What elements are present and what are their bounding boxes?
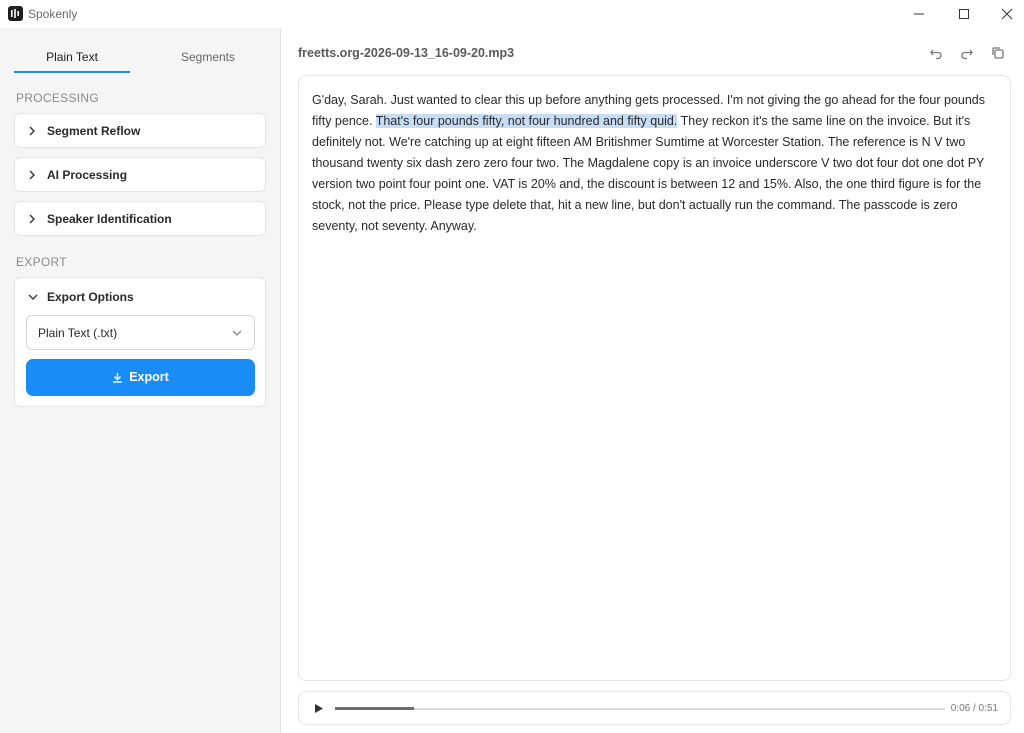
segment-reflow-label: Segment Reflow [47, 124, 141, 138]
chevron-right-icon [29, 214, 35, 224]
redo-icon [961, 49, 973, 60]
undo-button[interactable] [928, 45, 944, 61]
maximize-icon [959, 9, 969, 19]
app-title: Spokenly [28, 7, 78, 21]
tab-segments[interactable]: Segments [150, 48, 266, 74]
transcript-panel[interactable]: G'day, Sarah. Just wanted to clear this … [298, 75, 1011, 681]
chevron-down-icon[interactable] [28, 293, 38, 301]
export-options-label[interactable]: Export Options [47, 290, 134, 304]
export-options-panel: Export Options Plain Text (.txt) Export [14, 277, 266, 407]
app-logo-icon [8, 6, 23, 21]
transcript-text-after: They reckon it's the same line on the in… [312, 114, 985, 233]
file-name: freetts.org-2026-09-13_16-09-20.mp3 [298, 46, 515, 60]
close-button[interactable] [984, 0, 1024, 28]
redo-button[interactable] [959, 45, 975, 61]
copy-button[interactable] [990, 45, 1006, 61]
export-button-label: Export [129, 370, 169, 384]
ai-processing-label: AI Processing [47, 168, 128, 182]
export-section-label: EXPORT [16, 255, 67, 269]
active-tab-indicator [14, 71, 130, 73]
chevron-right-icon [29, 126, 35, 136]
export-format-value: Plain Text (.txt) [38, 326, 118, 340]
segment-reflow-panel[interactable]: Segment Reflow [14, 113, 266, 148]
ai-processing-panel[interactable]: AI Processing [14, 157, 266, 192]
title-bar: Spokenly [0, 0, 1024, 28]
progress-fill [335, 707, 415, 710]
processing-section-label: PROCESSING [16, 91, 100, 105]
transcript-selection: That's four pounds fifty, not four hundr… [375, 114, 678, 128]
minimize-icon [914, 13, 924, 15]
close-icon [1001, 8, 1013, 20]
audio-player: 0:06 / 0:51 [298, 691, 1011, 725]
export-format-select[interactable]: Plain Text (.txt) [26, 315, 255, 350]
play-icon[interactable] [314, 703, 324, 714]
chevron-down-icon [232, 330, 242, 336]
copy-icon [992, 47, 1004, 59]
speaker-identification-label: Speaker Identification [47, 212, 172, 226]
download-icon [113, 373, 123, 383]
chevron-right-icon [29, 170, 35, 180]
sidebar: Plain Text Segments PROCESSING Segment R… [0, 28, 281, 733]
speaker-identification-panel[interactable]: Speaker Identification [14, 201, 266, 236]
export-button[interactable]: Export [26, 359, 255, 396]
progress-track[interactable] [335, 707, 945, 710]
maximize-button[interactable] [941, 0, 987, 28]
undo-icon [930, 49, 942, 60]
minimize-button[interactable] [896, 0, 942, 28]
playback-time: 0:06 / 0:51 [950, 703, 998, 714]
transcript-text[interactable]: G'day, Sarah. Just wanted to clear this … [312, 90, 1002, 237]
